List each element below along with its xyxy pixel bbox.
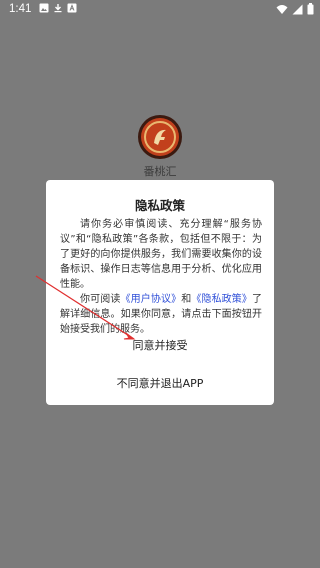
annotation-arrow-icon xyxy=(35,275,136,340)
